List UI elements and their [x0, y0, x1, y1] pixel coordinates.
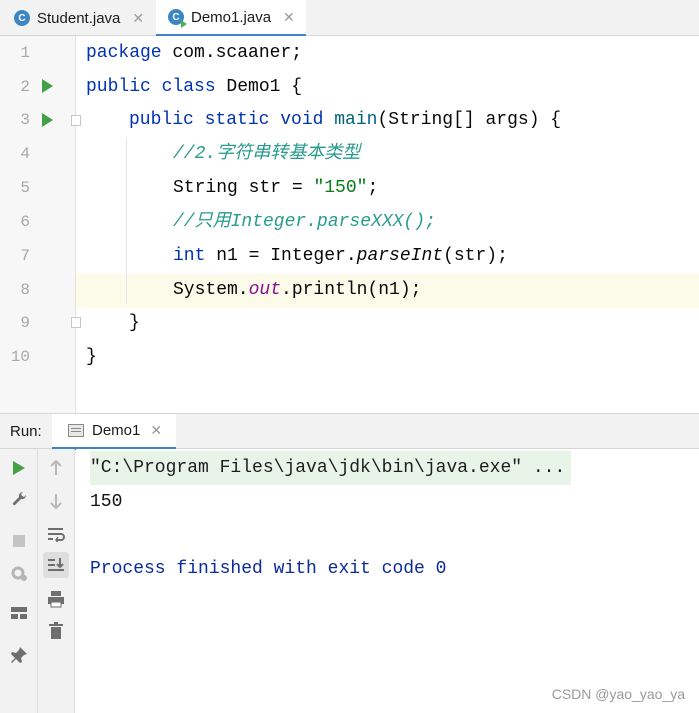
line-number: 6 — [20, 213, 30, 231]
code-line: int n1 = Integer.parseInt(str); — [173, 246, 508, 266]
trash-icon[interactable] — [43, 618, 69, 644]
up-arrow-icon[interactable] — [43, 455, 69, 481]
soft-wrap-icon[interactable] — [43, 521, 69, 547]
close-icon[interactable]: ✕ — [132, 10, 144, 27]
code-line: } — [129, 313, 140, 333]
close-icon[interactable]: ✕ — [283, 9, 295, 26]
print-icon[interactable] — [43, 586, 69, 612]
tab-student-java[interactable]: C Student.java ✕ — [0, 0, 155, 36]
code-line: //只用Integer.parseXXX(); — [173, 212, 436, 232]
run-main-icon[interactable] — [42, 113, 53, 127]
console-output-line: 150 — [90, 492, 123, 512]
console-exit-message: Process finished with exit code 0 — [90, 559, 447, 579]
run-left-toolbar — [0, 449, 38, 713]
code-line: public class Demo1 { — [86, 77, 303, 97]
watermark: CSDN @yao_yao_ya — [551, 686, 685, 702]
editor-tab-bar: C Student.java ✕ C Demo1.java ✕ — [0, 0, 699, 37]
run-label: Run: — [10, 423, 42, 440]
code-line: public static void main(String[] args) { — [129, 110, 562, 130]
line-number: 9 — [20, 314, 30, 332]
scroll-to-end-icon[interactable] — [43, 552, 69, 578]
run-right-toolbar — [38, 449, 75, 713]
code-line: System.out.println(n1); — [173, 280, 422, 300]
console-command-line: "C:\Program Files\java\jdk\bin\java.exe"… — [90, 451, 572, 485]
console-output[interactable]: "C:\Program Files\java\jdk\bin\java.exe"… — [76, 449, 699, 713]
line-number: 10 — [10, 348, 30, 366]
close-icon[interactable]: ✕ — [150, 422, 162, 439]
tab-demo1-java[interactable]: C Demo1.java ✕ — [156, 0, 306, 37]
indent-guide — [126, 138, 127, 304]
stop-icon[interactable] — [6, 528, 32, 554]
run-class-icon[interactable] — [42, 79, 53, 93]
wrench-icon[interactable] — [6, 486, 32, 512]
fold-icon[interactable] — [71, 115, 81, 126]
run-tab-demo1[interactable]: Demo1 ✕ — [52, 414, 176, 450]
line-number: 4 — [20, 145, 30, 163]
line-number: 5 — [20, 179, 30, 197]
pin-icon[interactable] — [6, 642, 32, 668]
run-icon[interactable] — [6, 455, 32, 481]
code-editor[interactable]: 1 2 3 4 5 6 7 8 9 10 package com.scaaner… — [0, 36, 699, 413]
line-number: 7 — [20, 247, 30, 265]
tab-label: Demo1.java — [191, 8, 272, 26]
line-number: 1 — [20, 44, 30, 62]
console-icon — [68, 424, 84, 437]
line-number: 3 — [20, 111, 30, 129]
layout-icon[interactable] — [6, 600, 32, 626]
code-line: String str = "150"; — [173, 178, 379, 198]
code-line: package com.scaaner; — [86, 43, 303, 63]
run-tool-window-header: Run: Demo1 ✕ — [0, 413, 699, 450]
down-arrow-icon[interactable] — [43, 488, 69, 514]
run-tab-label: Demo1 — [92, 422, 141, 439]
line-number: 8 — [20, 281, 30, 299]
fold-icon[interactable] — [71, 317, 81, 328]
class-c-icon: C — [14, 10, 30, 26]
debug-settings-icon[interactable] — [6, 560, 32, 586]
class-run-icon: C — [168, 9, 187, 28]
line-number: 2 — [20, 78, 30, 96]
code-line: } — [86, 347, 97, 367]
tab-label: Student.java — [37, 9, 121, 27]
code-line: //2.字符串转基本类型 — [173, 144, 361, 164]
